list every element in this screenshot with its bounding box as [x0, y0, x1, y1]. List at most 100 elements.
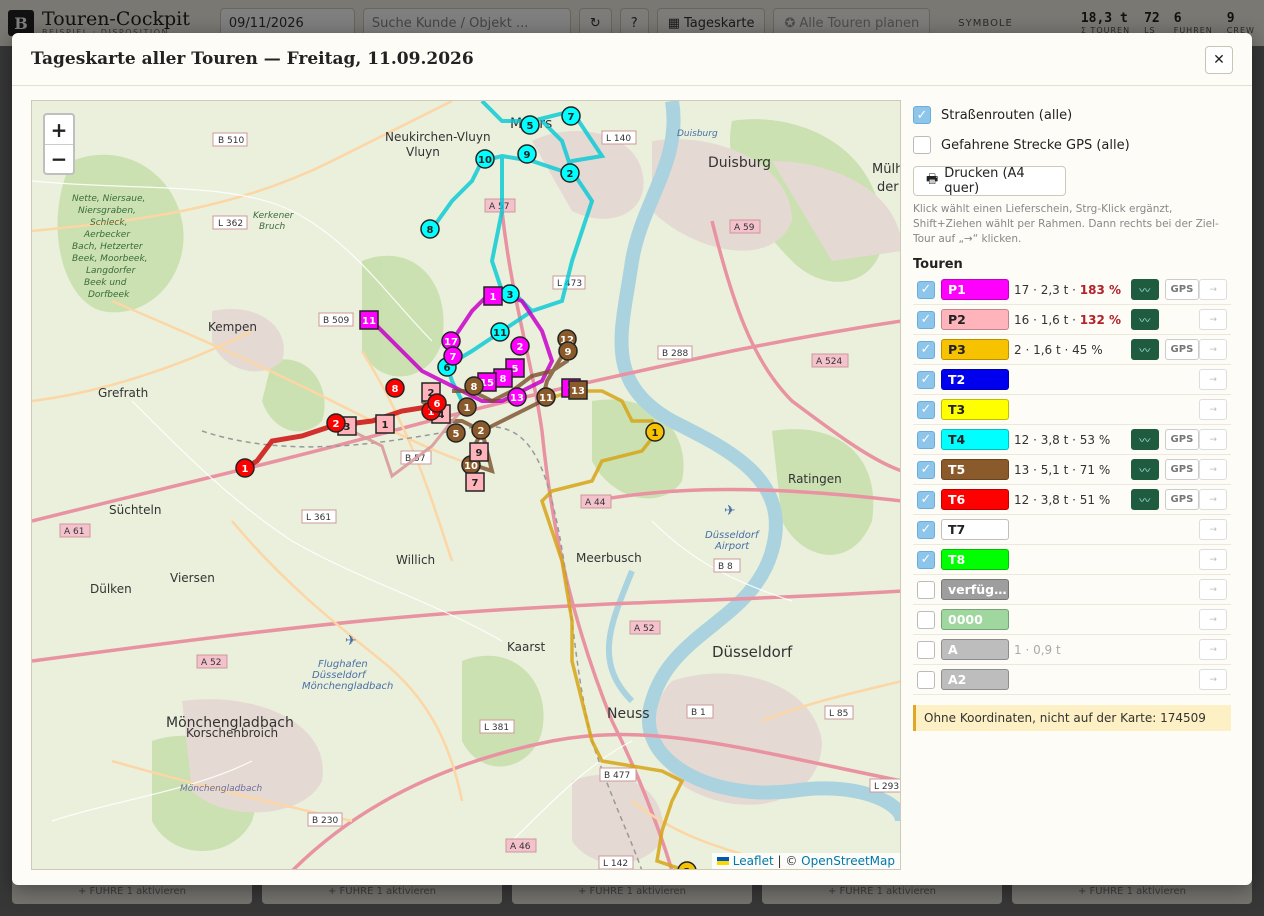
- tour-row[interactable]: T3 →: [913, 395, 1231, 425]
- move-to-tour-button[interactable]: →: [1199, 669, 1227, 690]
- move-to-tour-button[interactable]: →: [1199, 309, 1227, 330]
- stop-marker-p1: 2: [510, 336, 530, 356]
- zoom-out-button[interactable]: −: [45, 144, 73, 173]
- tour-badge[interactable]: verfüg…: [941, 579, 1009, 600]
- tour-row[interactable]: P2 16 · 1,6 t · 132 % 〰 →: [913, 305, 1231, 335]
- route-wave-icon[interactable]: 〰: [1130, 309, 1159, 330]
- nature-label: Aerbecker: [83, 230, 131, 240]
- tour-row[interactable]: verfüg… →: [913, 575, 1231, 605]
- svg-text:2: 2: [517, 342, 524, 353]
- airport-icon: ✈: [724, 503, 736, 519]
- tour-checkbox[interactable]: [917, 340, 935, 359]
- move-to-tour-button[interactable]: →: [1199, 459, 1227, 480]
- modal-title: Tageskarte aller Touren — Freitag, 11.09…: [31, 49, 474, 69]
- gps-button[interactable]: GPS: [1164, 459, 1200, 480]
- tour-badge[interactable]: T4: [941, 429, 1009, 450]
- tour-checkbox[interactable]: [917, 280, 935, 299]
- nature-label: Duisburg: [677, 129, 718, 139]
- route-wave-icon[interactable]: 〰: [1130, 489, 1159, 510]
- move-to-tour-button[interactable]: →: [1199, 429, 1227, 450]
- tour-badge[interactable]: 0000: [941, 609, 1009, 630]
- tour-checkbox[interactable]: [917, 430, 935, 449]
- tour-checkbox[interactable]: [917, 370, 935, 389]
- strassenrouten-toggle[interactable]: Straßenrouten (alle): [913, 100, 1231, 130]
- route-wave-icon[interactable]: 〰: [1130, 339, 1159, 360]
- move-to-tour-button[interactable]: →: [1199, 339, 1227, 360]
- nature-label: Langdorfer: [86, 266, 137, 276]
- tour-row[interactable]: T2 →: [913, 365, 1231, 395]
- tour-row[interactable]: T7 →: [913, 515, 1231, 545]
- tour-row[interactable]: P1 17 · 2,3 t · 183 % 〰GPS→: [913, 275, 1231, 305]
- svg-text:11: 11: [493, 328, 507, 339]
- tour-checkbox[interactable]: [917, 640, 935, 659]
- stop-marker-t4: 9: [517, 144, 537, 164]
- gps-button[interactable]: GPS: [1164, 279, 1200, 300]
- nature-label: Bruch: [259, 222, 286, 232]
- stop-marker-t4: 10: [475, 149, 495, 169]
- strassenrouten-checkbox[interactable]: [913, 106, 931, 124]
- tour-badge[interactable]: T6: [941, 489, 1009, 510]
- tour-row[interactable]: T5 13 · 5,1 t · 71 % 〰GPS→: [913, 455, 1231, 485]
- move-to-tour-button[interactable]: →: [1199, 519, 1227, 540]
- osm-link[interactable]: OpenStreetMap: [801, 854, 895, 868]
- move-to-tour-button[interactable]: →: [1199, 399, 1227, 420]
- stop-marker-t5: 8: [464, 376, 484, 396]
- move-to-tour-button[interactable]: →: [1199, 579, 1227, 600]
- tour-checkbox[interactable]: [917, 550, 935, 569]
- move-to-tour-button[interactable]: →: [1199, 639, 1227, 660]
- tour-row[interactable]: 0000 →: [913, 605, 1231, 635]
- tour-checkbox[interactable]: [917, 460, 935, 479]
- route-wave-icon[interactable]: 〰: [1130, 459, 1159, 480]
- gps-button[interactable]: GPS: [1164, 339, 1200, 360]
- move-to-tour-button[interactable]: →: [1199, 279, 1227, 300]
- route-wave-icon[interactable]: 〰: [1130, 279, 1159, 300]
- tour-badge[interactable]: T3: [941, 399, 1009, 420]
- tour-checkbox[interactable]: [917, 670, 935, 689]
- stop-marker-t6: 1: [235, 458, 255, 478]
- tour-checkbox[interactable]: [917, 400, 935, 419]
- map-view[interactable]: Neukirchen-Vluyn Vluyn Moers Duisburg Ke…: [31, 100, 901, 870]
- map-attribution: Leaflet | © OpenStreetMap: [711, 853, 900, 869]
- move-to-tour-button[interactable]: →: [1199, 489, 1227, 510]
- tour-badge[interactable]: P2: [941, 309, 1009, 330]
- tour-checkbox[interactable]: [917, 490, 935, 509]
- tour-checkbox[interactable]: [917, 580, 935, 599]
- tour-badge[interactable]: T2: [941, 369, 1009, 390]
- city-label: Viersen: [170, 571, 215, 585]
- stop-marker-t5: 11: [536, 387, 556, 407]
- move-to-tour-button[interactable]: →: [1199, 369, 1227, 390]
- gps-checkbox[interactable]: [913, 136, 931, 154]
- gps-toggle[interactable]: Gefahrene Strecke GPS (alle): [913, 130, 1231, 160]
- tour-row[interactable]: A2 →: [913, 665, 1231, 695]
- tour-checkbox[interactable]: [917, 520, 935, 539]
- tour-badge[interactable]: T5: [941, 459, 1009, 480]
- tour-badge[interactable]: T7: [941, 519, 1009, 540]
- gps-button[interactable]: GPS: [1164, 489, 1200, 510]
- stop-marker-p1: 11: [359, 310, 379, 330]
- tour-checkbox[interactable]: [917, 610, 935, 629]
- tour-row[interactable]: T8 →: [913, 545, 1231, 575]
- tour-checkbox[interactable]: [917, 310, 935, 329]
- tour-badge[interactable]: P1: [941, 279, 1009, 300]
- tour-row[interactable]: T6 12 · 3,8 t · 51 % 〰GPS→: [913, 485, 1231, 515]
- print-label: Drucken (A4 quer): [944, 166, 1025, 196]
- tour-badge[interactable]: P3: [941, 339, 1009, 360]
- close-button[interactable]: ✕: [1205, 46, 1233, 74]
- map-canvas[interactable]: Neukirchen-Vluyn Vluyn Moers Duisburg Ke…: [32, 101, 901, 870]
- move-to-tour-button[interactable]: →: [1199, 549, 1227, 570]
- tour-badge[interactable]: A: [941, 639, 1009, 660]
- tour-row[interactable]: T4 12 · 3,8 t · 53 % 〰GPS→: [913, 425, 1231, 455]
- move-to-tour-button[interactable]: →: [1199, 609, 1227, 630]
- leaflet-link[interactable]: Leaflet: [733, 854, 774, 868]
- tour-badge[interactable]: T8: [941, 549, 1009, 570]
- tour-row[interactable]: A 1 · 0,9 t →: [913, 635, 1231, 665]
- svg-text:B 477: B 477: [604, 771, 630, 781]
- zoom-in-button[interactable]: +: [45, 115, 73, 144]
- gps-button[interactable]: GPS: [1164, 429, 1200, 450]
- route-wave-icon[interactable]: 〰: [1130, 429, 1159, 450]
- tour-row[interactable]: P3 2 · 1,6 t · 45 % 〰GPS→: [913, 335, 1231, 365]
- svg-text:13: 13: [510, 393, 524, 404]
- attribution-separator: | ©: [773, 854, 802, 868]
- print-button[interactable]: 🖶 Drucken (A4 quer): [913, 166, 1066, 196]
- tour-badge[interactable]: A2: [941, 669, 1009, 690]
